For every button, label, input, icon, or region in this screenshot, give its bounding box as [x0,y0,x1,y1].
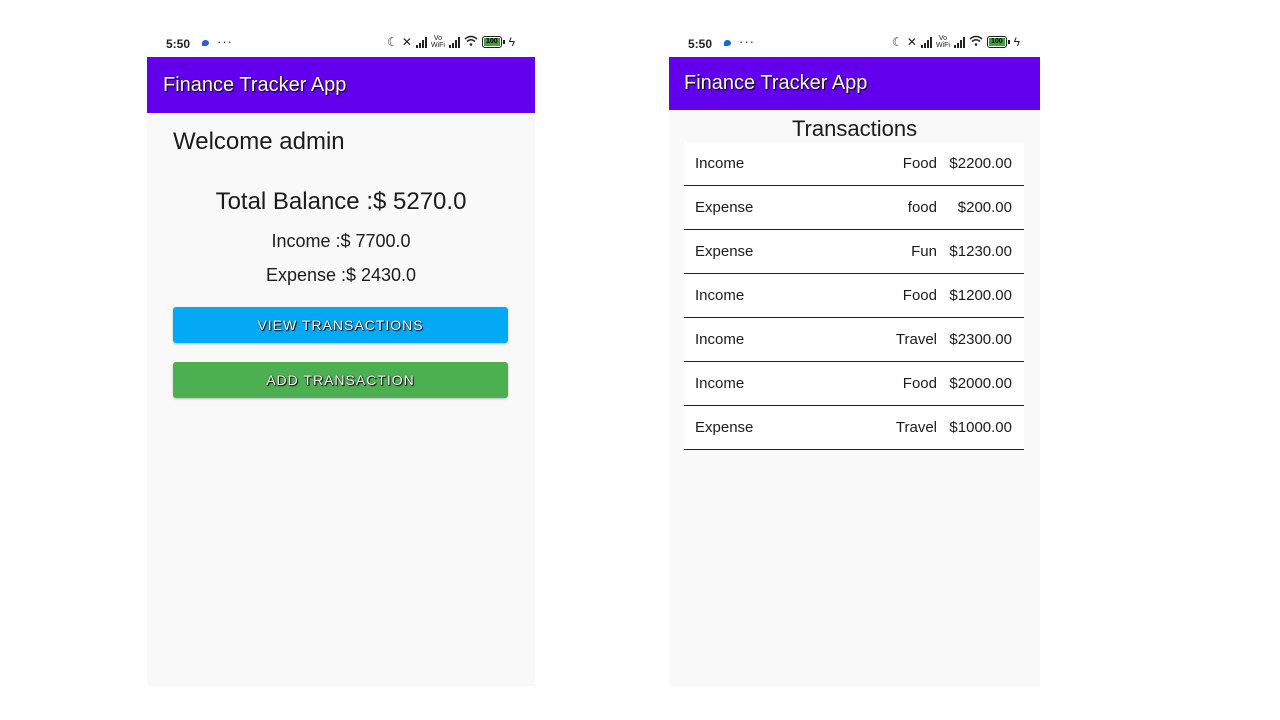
transaction-category: Food [902,375,937,392]
signal-icon [920,36,932,48]
income-total: Income :$ 7700.0 [271,231,411,251]
status-time: 5:50 [166,37,191,51]
transaction-category: food [907,199,937,216]
status-bar: 5:50 ··· ☾ ✕ Vo WiFi 100 ϟ [147,30,535,57]
transaction-type: Expense [695,199,754,216]
add-transaction-button[interactable]: ADD TRANSACTION [173,362,508,398]
transactions-list: Income Food $2200.00 Expense food $200.00 Expe… [684,142,1024,450]
app-title: Finance Tracker App [163,74,347,96]
moon-icon: ☾ [387,35,398,49]
message-notification-icon [724,40,731,46]
transaction-category: Food [902,287,937,304]
home-screen: 5:50 ··· ☾ ✕ Vo WiFi 100 ϟ Finance Tracke… [147,30,535,686]
expense-total: Expense :$ 2430.0 [265,265,417,285]
message-notification-icon [202,40,209,46]
transaction-type: Income [695,375,745,392]
transactions-title: Transactions [791,116,918,141]
vowifi-icon: Vo WiFi [430,35,445,49]
more-notifications-icon: ··· [217,34,233,49]
wifi-icon [464,35,478,49]
transaction-row[interactable]: Income Food $2200.00 [684,142,1024,186]
charging-icon: ϟ [1013,35,1020,49]
battery-icon: 100 [481,36,505,48]
total-balance: Total Balance :$ 5270.0 [215,188,467,215]
transaction-type: Income [695,155,745,172]
transaction-amount: $1000.00 [949,419,1012,436]
transaction-amount: $2000.00 [949,375,1012,392]
transaction-amount: $2200.00 [949,155,1012,172]
mute-icon: ✕ [401,35,412,49]
transaction-category: Travel [895,419,937,436]
transaction-row[interactable]: Income Food $1200.00 [684,274,1024,318]
transaction-amount: $1200.00 [949,287,1012,304]
transaction-row[interactable]: Expense Fun $1230.00 [684,230,1024,274]
view-transactions-button[interactable]: VIEW TRANSACTIONS [173,307,508,343]
transaction-type: Income [695,287,745,304]
app-title: Finance Tracker App [684,72,868,94]
transaction-category: Fun [911,243,937,260]
vowifi-icon: Vo WiFi [935,35,950,49]
signal-icon [448,36,460,48]
transaction-amount: $200.00 [957,199,1012,216]
more-notifications-icon: ··· [739,34,755,49]
transaction-amount: $2300.00 [949,331,1012,348]
transaction-row[interactable]: Income Travel $2300.00 [684,318,1024,362]
status-time: 5:50 [688,37,713,51]
app-bar: Finance Tracker App [147,57,535,113]
wifi-icon [969,35,983,49]
app-bar: Finance Tracker App [669,57,1040,110]
moon-icon: ☾ [892,35,903,49]
transactions-screen: 5:50 ··· ☾ ✕ Vo WiFi 100 ϟ Finance Tracke… [669,30,1040,686]
signal-icon [415,36,427,48]
status-bar: 5:50 ··· ☾ ✕ Vo WiFi 100 ϟ [669,30,1040,57]
transaction-type: Income [695,331,745,348]
transaction-category: Food [902,155,937,172]
transaction-row[interactable]: Income Food $2000.00 [684,362,1024,406]
charging-icon: ϟ [508,35,515,49]
transaction-row[interactable]: Expense Travel $1000.00 [684,406,1024,450]
transaction-amount: $1230.00 [949,243,1012,260]
transaction-category: Travel [895,331,937,348]
transaction-type: Expense [695,243,754,260]
battery-icon: 100 [986,36,1010,48]
transaction-row[interactable]: Expense food $200.00 [684,186,1024,230]
signal-icon [953,36,965,48]
welcome-text: Welcome admin [173,128,345,155]
transaction-type: Expense [695,419,754,436]
mute-icon: ✕ [906,35,917,49]
